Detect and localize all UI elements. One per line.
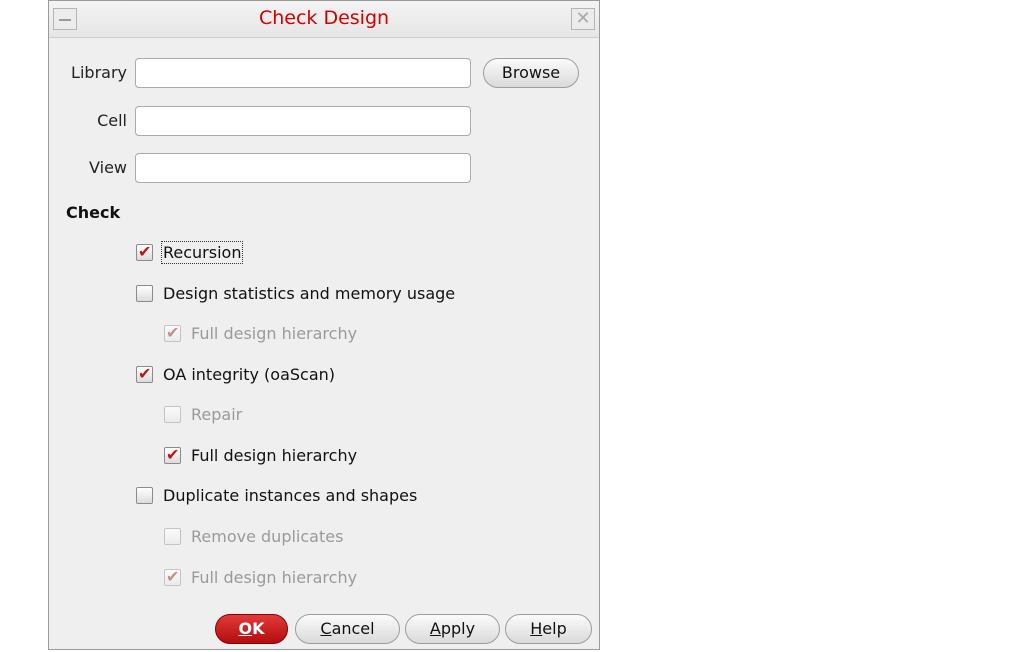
view-input[interactable]	[135, 153, 471, 183]
title-bar: Check Design ✕	[49, 1, 599, 38]
window-title: Check Design	[258, 7, 390, 29]
checkbox-label: Full design hierarchy	[191, 568, 358, 587]
cancel-button[interactable]: Cancel	[295, 614, 400, 644]
check-design-dialog: Check Design ✕ Library Browse Cell View …	[48, 0, 600, 650]
checkbox-box[interactable]	[164, 322, 181, 344]
checkbox-label: Recursion	[160, 241, 244, 264]
checkbox-box[interactable]	[164, 528, 181, 545]
checkbox-box[interactable]	[164, 444, 181, 466]
check-section-label: Check	[66, 203, 121, 222]
checkbox-label: Full design hierarchy	[191, 324, 358, 343]
checkbox-box[interactable]	[164, 566, 181, 588]
checkbox-box[interactable]	[136, 241, 153, 263]
checkbox-box[interactable]	[164, 406, 181, 423]
browse-button[interactable]: Browse	[483, 58, 579, 88]
apply-button[interactable]: Apply	[405, 614, 500, 644]
cell-input[interactable]	[135, 106, 471, 136]
checkbox-label: Remove duplicates	[191, 527, 344, 546]
checkbox-label: Repair	[191, 405, 243, 424]
cell-label: Cell	[97, 111, 127, 130]
checkbox-box[interactable]	[136, 487, 153, 504]
checkbox-box[interactable]	[136, 285, 153, 302]
view-label: View	[89, 158, 127, 177]
checkbox-label: OA integrity (oaScan)	[163, 365, 336, 384]
checkbox-label: Design statistics and memory usage	[163, 284, 456, 303]
checkbox-box[interactable]	[136, 363, 153, 385]
close-icon[interactable]: ✕	[571, 8, 595, 30]
library-input[interactable]	[135, 58, 471, 88]
help-button[interactable]: Help	[505, 614, 592, 644]
checkbox-label: Full design hierarchy	[191, 446, 358, 465]
library-label: Library	[71, 63, 127, 82]
checkbox-label: Duplicate instances and shapes	[163, 486, 418, 505]
ok-button[interactable]: OK	[215, 614, 288, 644]
